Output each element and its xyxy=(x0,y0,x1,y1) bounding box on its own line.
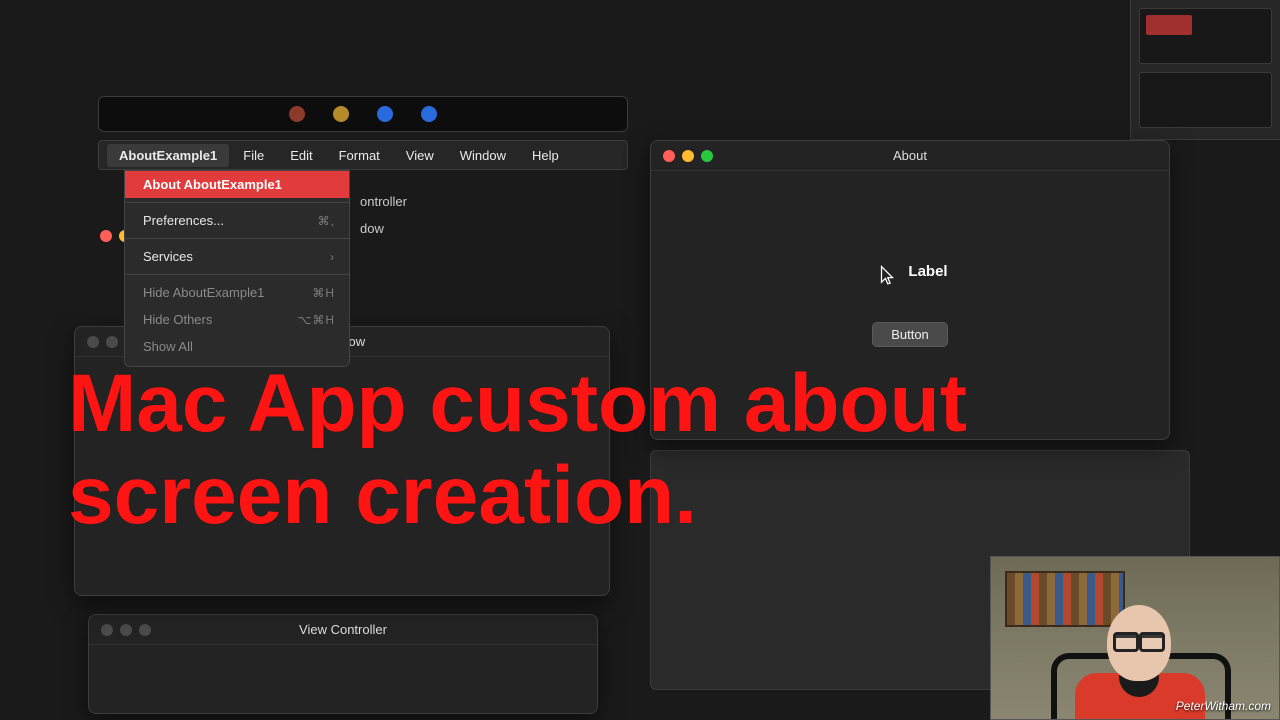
menu-item[interactable]: Hide AboutExample1 ⌘H xyxy=(125,279,349,306)
close-dot[interactable] xyxy=(101,624,113,636)
menu-item[interactable]: Preferences... ⌘, xyxy=(125,207,349,234)
menu-item[interactable]: Hide Others ⌥⌘H xyxy=(125,306,349,333)
outline-row[interactable]: ontroller xyxy=(350,188,510,215)
menu-item[interactable]: Show All xyxy=(125,333,349,360)
warn-icon[interactable] xyxy=(333,106,349,122)
minimize-dot[interactable] xyxy=(106,336,118,348)
zoom-dot[interactable] xyxy=(701,150,713,162)
menu-shortcut: ⌥⌘H xyxy=(298,313,336,327)
menu-item-label: Hide AboutExample1 xyxy=(143,285,264,300)
window-title: About xyxy=(651,148,1169,163)
about-label[interactable]: Label xyxy=(908,263,947,280)
app-menu-dropdown: About AboutExample1 Preferences... ⌘, Servi… xyxy=(124,170,350,367)
about-window[interactable]: About Label Button xyxy=(650,140,1170,440)
menu-item-label: About AboutExample1 xyxy=(143,177,282,192)
cube-icon[interactable] xyxy=(421,106,437,122)
menu-item-view[interactable]: View xyxy=(394,144,446,167)
menu-shortcut: ⌘H xyxy=(312,286,335,300)
menu-item-label: Services xyxy=(143,249,193,264)
about-button[interactable]: Button xyxy=(872,322,948,347)
menu-item-label: Hide Others xyxy=(143,312,212,327)
menu-item[interactable]: About AboutExample1 xyxy=(125,171,349,198)
close-dot[interactable] xyxy=(100,230,112,242)
outline-row[interactable]: dow xyxy=(350,215,510,242)
minimize-dot[interactable] xyxy=(120,624,132,636)
window-titlebar[interactable]: View Controller xyxy=(89,615,597,645)
window-title: View Controller xyxy=(89,622,597,637)
webcam-overlay: PeterWitham.com xyxy=(990,556,1280,720)
close-dot[interactable] xyxy=(87,336,99,348)
menu-item-file[interactable]: File xyxy=(231,144,276,167)
menu-item-format[interactable]: Format xyxy=(327,144,392,167)
menu-separator xyxy=(125,274,349,275)
menu-item[interactable]: Services › xyxy=(125,243,349,270)
cursor-icon xyxy=(879,265,895,287)
stop-icon[interactable] xyxy=(289,106,305,122)
chevron-right-icon: › xyxy=(330,250,335,264)
preview-thumbnail xyxy=(1139,8,1272,64)
menu-separator xyxy=(125,238,349,239)
menu-item-window[interactable]: Window xyxy=(448,144,518,167)
gear-icon[interactable] xyxy=(377,106,393,122)
window-titlebar[interactable]: About xyxy=(651,141,1169,171)
menu-separator xyxy=(125,202,349,203)
canvas-view-controller-panel[interactable]: View Controller xyxy=(88,614,598,714)
close-dot[interactable] xyxy=(663,150,675,162)
app-menubar: AboutExample1FileEditFormatViewWindowHel… xyxy=(98,140,628,170)
xcode-toolbar xyxy=(98,96,628,132)
preview-pane xyxy=(1130,0,1280,140)
outline-hint: ontroller dow xyxy=(350,188,510,242)
minimize-dot[interactable] xyxy=(682,150,694,162)
webcam-credit: PeterWitham.com xyxy=(1176,699,1271,713)
zoom-dot[interactable] xyxy=(139,624,151,636)
menu-item-label: Show All xyxy=(143,339,193,354)
preview-thumbnail xyxy=(1139,72,1272,128)
menu-item-edit[interactable]: Edit xyxy=(278,144,324,167)
menu-item-aboutexample1[interactable]: AboutExample1 xyxy=(107,144,229,167)
menu-item-label: Preferences... xyxy=(143,213,224,228)
menu-shortcut: ⌘, xyxy=(318,214,335,228)
menu-item-help[interactable]: Help xyxy=(520,144,571,167)
